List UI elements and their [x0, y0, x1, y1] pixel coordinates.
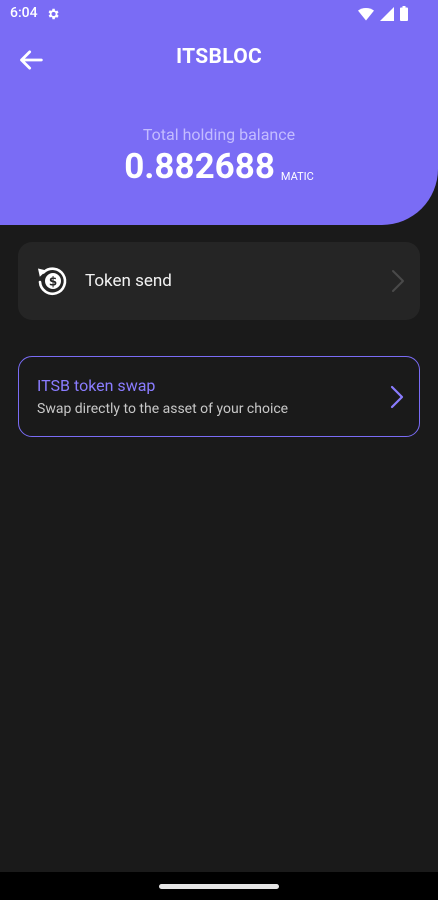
wifi-icon — [358, 7, 374, 20]
home-indicator[interactable] — [159, 884, 279, 889]
token-swap-button[interactable]: ITSB token swap Swap directly to the ass… — [18, 356, 420, 437]
token-send-label: Token send — [85, 271, 172, 291]
page-title: ITSBLOC — [175, 45, 263, 69]
status-icons — [358, 6, 408, 21]
signal-icon — [380, 6, 394, 21]
token-send-button[interactable]: $ Token send — [18, 242, 420, 320]
dollar-history-icon: $ — [38, 267, 67, 295]
navigation-bar — [0, 872, 438, 900]
gear-icon — [48, 8, 59, 20]
chevron-right-icon — [392, 270, 404, 292]
status-bar: 6:04 — [0, 0, 438, 28]
status-time: 6:04 — [10, 5, 38, 21]
header: ITSBLOC Total holding balance 0.882688 M… — [0, 28, 438, 225]
balance-value: 0.882688 — [124, 146, 275, 187]
svg-text:$: $ — [49, 275, 57, 289]
battery-icon — [400, 6, 408, 21]
balance-label: Total holding balance — [142, 125, 296, 144]
chevron-right-icon — [390, 385, 404, 409]
balance-unit: MATIC — [280, 170, 314, 183]
balance-row: 0.882688 MATIC — [0, 145, 438, 189]
token-swap-title: ITSB token swap — [37, 376, 156, 395]
token-swap-subtitle: Swap directly to the asset of your choic… — [37, 401, 289, 417]
